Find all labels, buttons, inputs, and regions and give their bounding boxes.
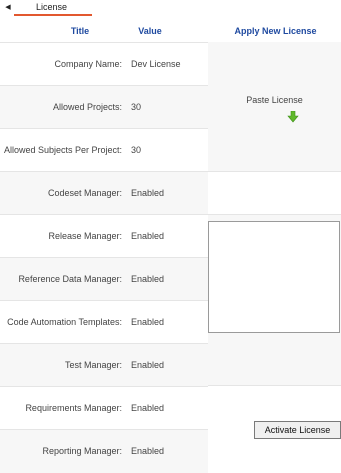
row-value: 30 [131, 102, 142, 112]
row-value: 30 [131, 145, 142, 155]
table-row: Code Automation Templates: Enabled [0, 300, 208, 344]
tab-license-label: License [36, 2, 68, 12]
table-row: Release Manager: Enabled [0, 214, 208, 258]
row-value: Enabled [131, 360, 165, 370]
header-apply-new-license: Apply New License [234, 26, 317, 36]
row-value: Enabled [131, 188, 165, 198]
header-value: Value [138, 26, 162, 36]
table-row: Reference Data Manager: Enabled [0, 257, 208, 301]
row-label: Company Name: [54, 59, 122, 69]
paste-license-icon[interactable] [287, 110, 299, 123]
table-row: Codeset Manager: Enabled [0, 171, 208, 215]
row-value: Enabled [131, 231, 165, 241]
row-value: Dev License [131, 59, 181, 69]
row-value: Enabled [131, 446, 165, 456]
row-value: Enabled [131, 317, 165, 327]
apply-license-panel: Paste License Activate License [208, 42, 341, 460]
row-label: Release Manager: [48, 231, 122, 241]
tab-license[interactable]: License [14, 0, 92, 18]
table-row: Company Name: Dev License [0, 42, 208, 86]
license-key-textarea[interactable] [208, 221, 340, 333]
table-row: Test Manager: Enabled [0, 343, 208, 387]
row-label: Allowed Projects: [52, 102, 122, 112]
row-label: Requirements Manager: [25, 403, 122, 413]
activate-license-button[interactable]: Activate License [254, 421, 341, 439]
row-value: Enabled [131, 274, 165, 284]
row-label: Allowed Subjects Per Project: [3, 145, 122, 155]
apply-section-spacer [208, 171, 341, 215]
tab-scroll-left-icon[interactable]: ◀ [2, 2, 14, 14]
row-value: Enabled [131, 403, 165, 413]
table-row: Allowed Subjects Per Project: 30 [0, 128, 208, 172]
row-label: Test Manager: [64, 360, 122, 370]
tab-active-underline [14, 14, 92, 16]
header-title: Title [70, 26, 90, 36]
row-label: Codeset Manager: [47, 188, 122, 198]
paste-license-label[interactable]: Paste License [208, 95, 341, 105]
row-label: Code Automation Templates: [7, 317, 122, 327]
table-row: Reporting Manager: Enabled [0, 429, 208, 473]
row-label: Reference Data Manager: [18, 274, 122, 284]
row-label: Reporting Manager: [42, 446, 122, 456]
table-row: Allowed Projects: 30 [0, 85, 208, 129]
apply-section-paste [208, 42, 341, 171]
tab-bar: ◀ License [0, 0, 341, 20]
table-row: Requirements Manager: Enabled [0, 386, 208, 430]
